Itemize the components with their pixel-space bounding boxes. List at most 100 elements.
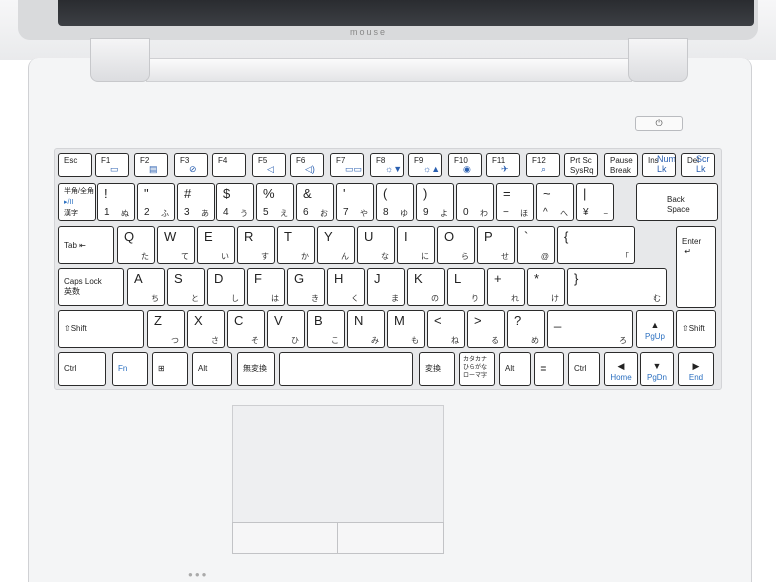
alt-left-key[interactable]: Alt [192,352,232,386]
key-row3-5[interactable]: Gき [287,268,325,306]
left-arrow-key[interactable]: ◀ Home [604,352,638,386]
key-row2-11[interactable]: ` @ [517,226,555,264]
key-row1-0[interactable]: 半角/全角 ▸/II 漢字 [58,183,96,221]
key-row3-1[interactable]: Aち [127,268,165,306]
key-row2-5[interactable]: Tか [277,226,315,264]
left-click-button[interactable] [232,522,338,554]
power-button[interactable]: ⏻ [635,116,683,131]
key-row3-3[interactable]: Dし [207,268,245,306]
key-row2-1[interactable]: Qた [117,226,155,264]
key-row4-4[interactable]: Vひ [267,310,305,348]
key-row2-7[interactable]: Uな [357,226,395,264]
right-arrow-key[interactable]: ▶ End [678,352,714,386]
key-f10[interactable]: F10 ◉ [448,153,482,177]
touchpad[interactable] [232,405,444,523]
key-row3-8[interactable]: Kの [407,268,445,306]
key-kana: け [551,294,559,303]
key-row4-13[interactable]: ⇧Shift [676,310,716,348]
key-row3-0[interactable]: Caps Lock 英数 [58,268,124,306]
key-row1-5[interactable]: % 5 え [256,183,294,221]
key-row4-3[interactable]: Cそ [227,310,265,348]
key-row1-11[interactable]: = − ほ [496,183,534,221]
key-row3-4[interactable]: Fは [247,268,285,306]
key-f5[interactable]: F5 ◁ [252,153,286,177]
key-row1-1[interactable]: ! 1 ぬ [97,183,135,221]
key-function-icon: ☼▼ [385,164,403,174]
key-f7[interactable]: F7 ▭▭ [330,153,364,177]
key-f4[interactable]: F4 [212,153,246,177]
key-row3-7[interactable]: Jま [367,268,405,306]
key-row2-3[interactable]: Eい [197,226,235,264]
key-row2-0[interactable]: Tab ⇤ [58,226,114,264]
down-arrow-key[interactable]: ▼ PgDn [640,352,674,386]
fn-key[interactable]: Fn [112,352,148,386]
key-del[interactable]: Del Scr Lk [681,153,715,177]
key-row1-2[interactable]: " 2 ふ [137,183,175,221]
key-f12[interactable]: F12 ⌕ [526,153,560,177]
key-row1-8[interactable]: (8 ゆ [376,183,414,221]
key-row4-11[interactable]: _ ろ [547,310,633,348]
key-f8[interactable]: F8 ☼▼ [370,153,404,177]
key-row1-3[interactable]: #3 あ [177,183,215,221]
key-char: M [394,313,405,328]
key-row3-12[interactable]: } む [567,268,667,306]
windows-key[interactable]: ⊞ [152,352,188,386]
key-row1-6[interactable]: & 6 お [296,183,334,221]
key-row4-7[interactable]: Mも [387,310,425,348]
key-row2-4[interactable]: Rす [237,226,275,264]
key-row2-10[interactable]: Pせ [477,226,515,264]
key-f2[interactable]: F2 ▤ [134,153,168,177]
key-pause[interactable]: Pause Break [604,153,638,177]
key-row1-7[interactable]: ' 7 や [336,183,374,221]
henkan-key[interactable]: 変換 [419,352,455,386]
ctrl-right-key[interactable]: Ctrl [568,352,600,386]
key-row3-2[interactable]: Sと [167,268,205,306]
key-row4-10[interactable]: ? め [507,310,545,348]
kana-key[interactable]: カタカナ ひらがな ローマ字 [459,352,495,386]
key-row4-5[interactable]: Bこ [307,310,345,348]
key-f11[interactable]: F11 ✈ [486,153,520,177]
key-row2-8[interactable]: Iに [397,226,435,264]
key-row3-11[interactable]: * け [527,268,565,306]
key-row1-10[interactable]: 0わ [456,183,494,221]
key-char: 6 [303,207,309,218]
key-row4-1[interactable]: Zつ [147,310,185,348]
key-prt-sc[interactable]: Prt Sc SysRq [564,153,598,177]
key-row1-4[interactable]: $4 う [216,183,254,221]
right-click-button[interactable] [337,522,444,554]
ctrl-left-key[interactable]: Ctrl [58,352,106,386]
key-row4-9[interactable]: > る [467,310,505,348]
key-f9[interactable]: F9 ☼▲ [408,153,442,177]
key-row1-13[interactable]: | ¥ − [576,183,614,221]
key-row3-10[interactable]: + れ [487,268,525,306]
key-row4-0[interactable]: ⇧Shift [58,310,144,348]
key-row3-6[interactable]: Hく [327,268,365,306]
key-row2-12[interactable]: {「 [557,226,635,264]
key-row2-13[interactable]: Enter ↵ [676,226,716,308]
key-kana: こ [331,336,339,345]
alt-right-key[interactable]: Alt [499,352,531,386]
key-row3-9[interactable]: Lり [447,268,485,306]
key-label: Pause Break [610,156,633,175]
key-row4-6[interactable]: Nみ [347,310,385,348]
key-char: G [294,271,305,286]
key-row2-6[interactable]: Yん [317,226,355,264]
key-label: F9 [414,156,424,165]
key-row4-8[interactable]: < ね [427,310,465,348]
key-row2-2[interactable]: Wて [157,226,195,264]
key-char: 7 [343,207,349,218]
muhenkan-key[interactable]: 無変換 [237,352,275,386]
key-row1-14[interactable]: Back Space [636,183,718,221]
key-ins[interactable]: Ins Num Lk [642,153,676,177]
key-row1-9[interactable]: ) 9 よ [416,183,454,221]
key-row4-2[interactable]: Xさ [187,310,225,348]
key-row2-9[interactable]: Oら [437,226,475,264]
key-row4-12[interactable]: ▲ PgUp [636,310,674,348]
key-row1-12[interactable]: ~ ^ へ [536,183,574,221]
key-f1[interactable]: F1 ▭ [95,153,129,177]
key-f6[interactable]: F6 ◁) [290,153,324,177]
menu-key[interactable]: ≣ [534,352,564,386]
key-esc[interactable]: Esc [58,153,92,177]
key-f3[interactable]: F3 ⊘ [174,153,208,177]
space-bar[interactable] [279,352,413,386]
